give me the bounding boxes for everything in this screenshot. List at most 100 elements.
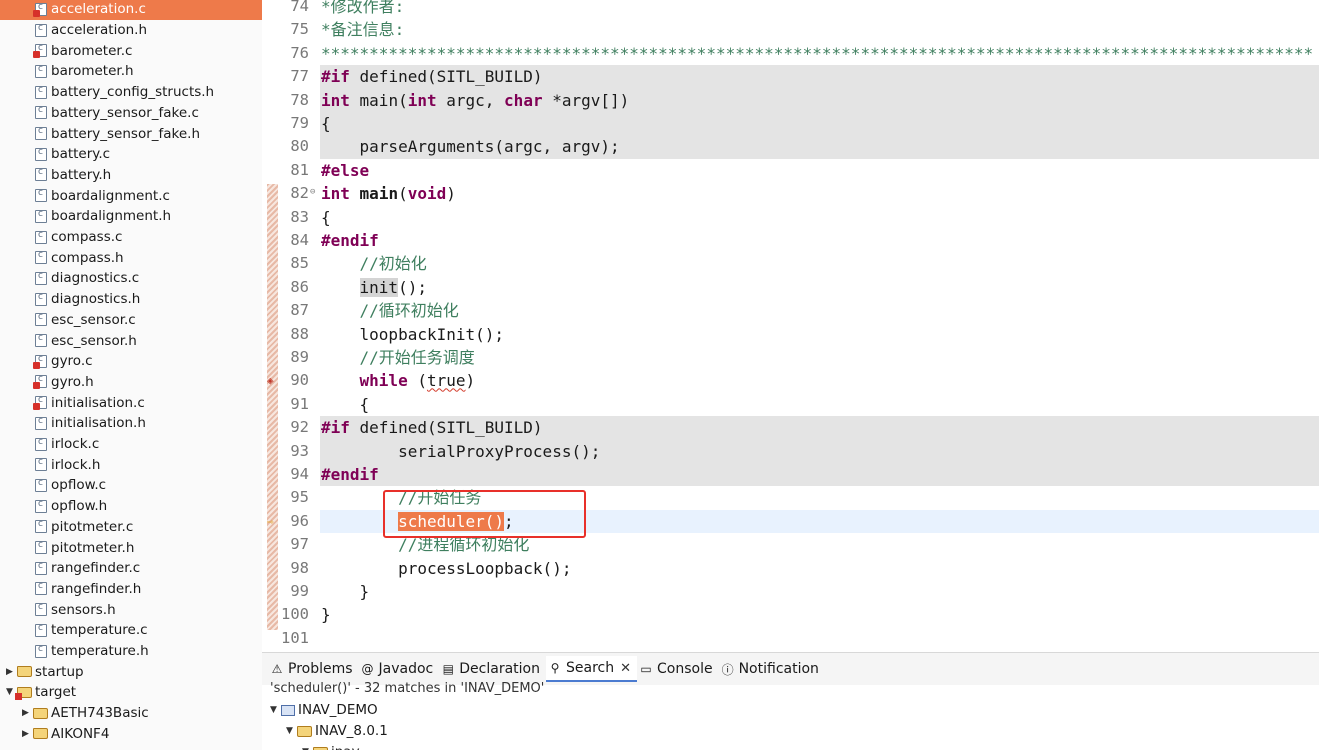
code-line[interactable]: 82 ⊖ int main(void) [267, 182, 1319, 205]
code-line[interactable]: 77 #if defined(SITL_BUILD) [267, 65, 1319, 89]
tree-item-folder[interactable]: ▶ startup [0, 661, 262, 682]
tab-console[interactable]: ▭ Console [637, 656, 719, 682]
code-line[interactable]: 92 #if defined(SITL_BUILD) [267, 416, 1319, 440]
tree-item-file[interactable]: boardalignment.c [0, 185, 262, 206]
code-line[interactable]: 90 ◈ while (true) [267, 369, 1319, 392]
tree-item-file[interactable]: pitotmeter.c [0, 517, 262, 538]
tree-item-folder[interactable]: ▶ AIKONF4 [0, 724, 262, 745]
tree-item-folder[interactable]: ▼ target [0, 682, 262, 703]
folder-icon [15, 686, 32, 700]
tree-item-file[interactable]: rangefinder.h [0, 579, 262, 600]
tree-item-file[interactable]: esc_sensor.h [0, 330, 262, 351]
tree-item-file[interactable]: boardalignment.h [0, 206, 262, 227]
tree-item-file[interactable]: acceleration.c [0, 0, 262, 20]
close-icon[interactable]: ✕ [620, 661, 631, 676]
chevron-right-icon[interactable]: ▶ [4, 667, 15, 677]
tree-item-file[interactable]: rangefinder.c [0, 558, 262, 579]
code-line[interactable]: 101 [267, 627, 1319, 650]
tab-problems[interactable]: ⚠ Problems [268, 656, 359, 682]
chevron-right-icon[interactable]: ▶ [20, 729, 31, 739]
tab-notification[interactable]: ⓘ Notification [719, 656, 825, 682]
chevron-right-icon[interactable]: ▶ [20, 708, 31, 718]
tree-item-file[interactable]: battery_sensor_fake.h [0, 123, 262, 144]
chevron-down-icon[interactable]: ▼ [284, 726, 295, 736]
tree-item-file[interactable]: compass.h [0, 247, 262, 268]
code-line[interactable]: 76 **************************************… [267, 42, 1319, 65]
tree-item-file[interactable]: barometer.c [0, 40, 262, 61]
code-line[interactable]: 78 int main(int argc, char *argv[]) [267, 88, 1319, 112]
code-line[interactable]: 88 loopbackInit(); [267, 323, 1319, 346]
tree-item-file[interactable]: gyro.h [0, 372, 262, 393]
code-text: serialProxyProcess(); [320, 439, 1319, 463]
code-line[interactable]: 74 *修改作者: [267, 0, 1319, 18]
code-line[interactable]: 100} [267, 603, 1319, 626]
code-editor[interactable]: 74 *修改作者: 75 *备注信息: 76 **********************… [267, 0, 1319, 652]
search-result-item[interactable]: ▼ INAV_DEMO [268, 702, 378, 718]
tree-item-file[interactable]: initialisation.h [0, 413, 262, 434]
code-line[interactable]: 87 //循环初始化 [267, 299, 1319, 322]
tab-javadoc[interactable]: @ Javadoc [359, 656, 440, 682]
tree-item-file[interactable]: sensors.h [0, 599, 262, 620]
tree-item-file[interactable]: gyro.c [0, 351, 262, 372]
code-line[interactable]: 81 #else [267, 159, 1319, 182]
code-line[interactable]: 79 { [267, 112, 1319, 136]
tree-item-file[interactable]: temperature.c [0, 620, 262, 641]
code-line[interactable]: 99 } [267, 580, 1319, 603]
search-result-item[interactable]: ▼ INAV_8.0.1 [284, 723, 388, 739]
search-result-item[interactable]: ▼inav [300, 744, 360, 750]
tree-item-file[interactable]: diagnostics.h [0, 289, 262, 310]
tree-item-label: boardalignment.c [51, 187, 170, 204]
tab-search[interactable]: ⚲ Search ✕ [545, 656, 637, 682]
line-number: 83 [290, 207, 309, 226]
line-number: 85 [290, 254, 309, 273]
tree-item-file[interactable]: diagnostics.c [0, 268, 262, 289]
code-token: void [407, 184, 447, 204]
tree-item-file[interactable]: opflow.c [0, 475, 262, 496]
code-line[interactable]: 85 //初始化 [267, 252, 1319, 275]
tree-item-file[interactable]: battery_config_structs.h [0, 82, 262, 103]
line-number: 77 [290, 67, 309, 86]
tree-item-label: gyro.c [51, 353, 93, 370]
tree-item-file[interactable]: battery.h [0, 165, 262, 186]
tree-item-file[interactable]: esc_sensor.c [0, 310, 262, 331]
tree-item-file[interactable]: battery.c [0, 144, 262, 165]
c-file-icon [35, 540, 47, 555]
tree-item-file[interactable]: opflow.h [0, 496, 262, 517]
c-file-icon [35, 312, 47, 327]
tree-item-folder[interactable]: ▶ AETH743Basic [0, 703, 262, 724]
code-line[interactable]: 86 init(); [267, 276, 1319, 299]
tree-item-file[interactable]: barometer.h [0, 61, 262, 82]
tree-item-file[interactable]: temperature.h [0, 641, 262, 662]
code-line[interactable]: 93 serialProxyProcess(); [267, 439, 1319, 463]
chevron-down-icon[interactable]: ▼ [4, 687, 15, 697]
tab-label: Notification [738, 661, 819, 677]
tree-item-file[interactable]: battery_sensor_fake.c [0, 103, 262, 124]
line-number: 93 [290, 441, 309, 460]
code-line[interactable]: 91 { [267, 393, 1319, 416]
c-file-icon [35, 602, 47, 617]
code-line[interactable]: 80 parseArguments(argc, argv); [267, 135, 1319, 159]
tree-item-file[interactable]: irlock.c [0, 434, 262, 455]
javadoc-icon: @ [361, 662, 374, 676]
fold-toggle-icon[interactable]: ⊖ [310, 181, 315, 204]
c-file-icon [35, 623, 47, 637]
code-line[interactable]: 84 #endif [267, 229, 1319, 252]
code-line[interactable]: 75 *备注信息: [267, 18, 1319, 41]
tree-item-file[interactable]: initialisation.c [0, 392, 262, 413]
c-file-icon [35, 292, 47, 306]
tree-item-file[interactable]: compass.c [0, 227, 262, 248]
code-token: #if [321, 418, 350, 438]
tree-item-file[interactable]: acceleration.h [0, 20, 262, 41]
code-line[interactable]: 83 { [267, 206, 1319, 229]
code-line[interactable]: 89 //开始任务调度 [267, 346, 1319, 369]
tab-declaration[interactable]: ▤ Declaration [439, 656, 546, 682]
c-file-icon [35, 437, 47, 451]
chevron-down-icon[interactable]: ▼ [268, 705, 279, 715]
code-text: *备注信息: [320, 18, 1319, 41]
tree-item-file[interactable]: pitotmeter.h [0, 537, 262, 558]
code-line[interactable]: 94 #endif [267, 463, 1319, 487]
code-line[interactable]: 98 processLoopback(); [267, 557, 1319, 580]
tree-item-file[interactable]: irlock.h [0, 454, 262, 475]
